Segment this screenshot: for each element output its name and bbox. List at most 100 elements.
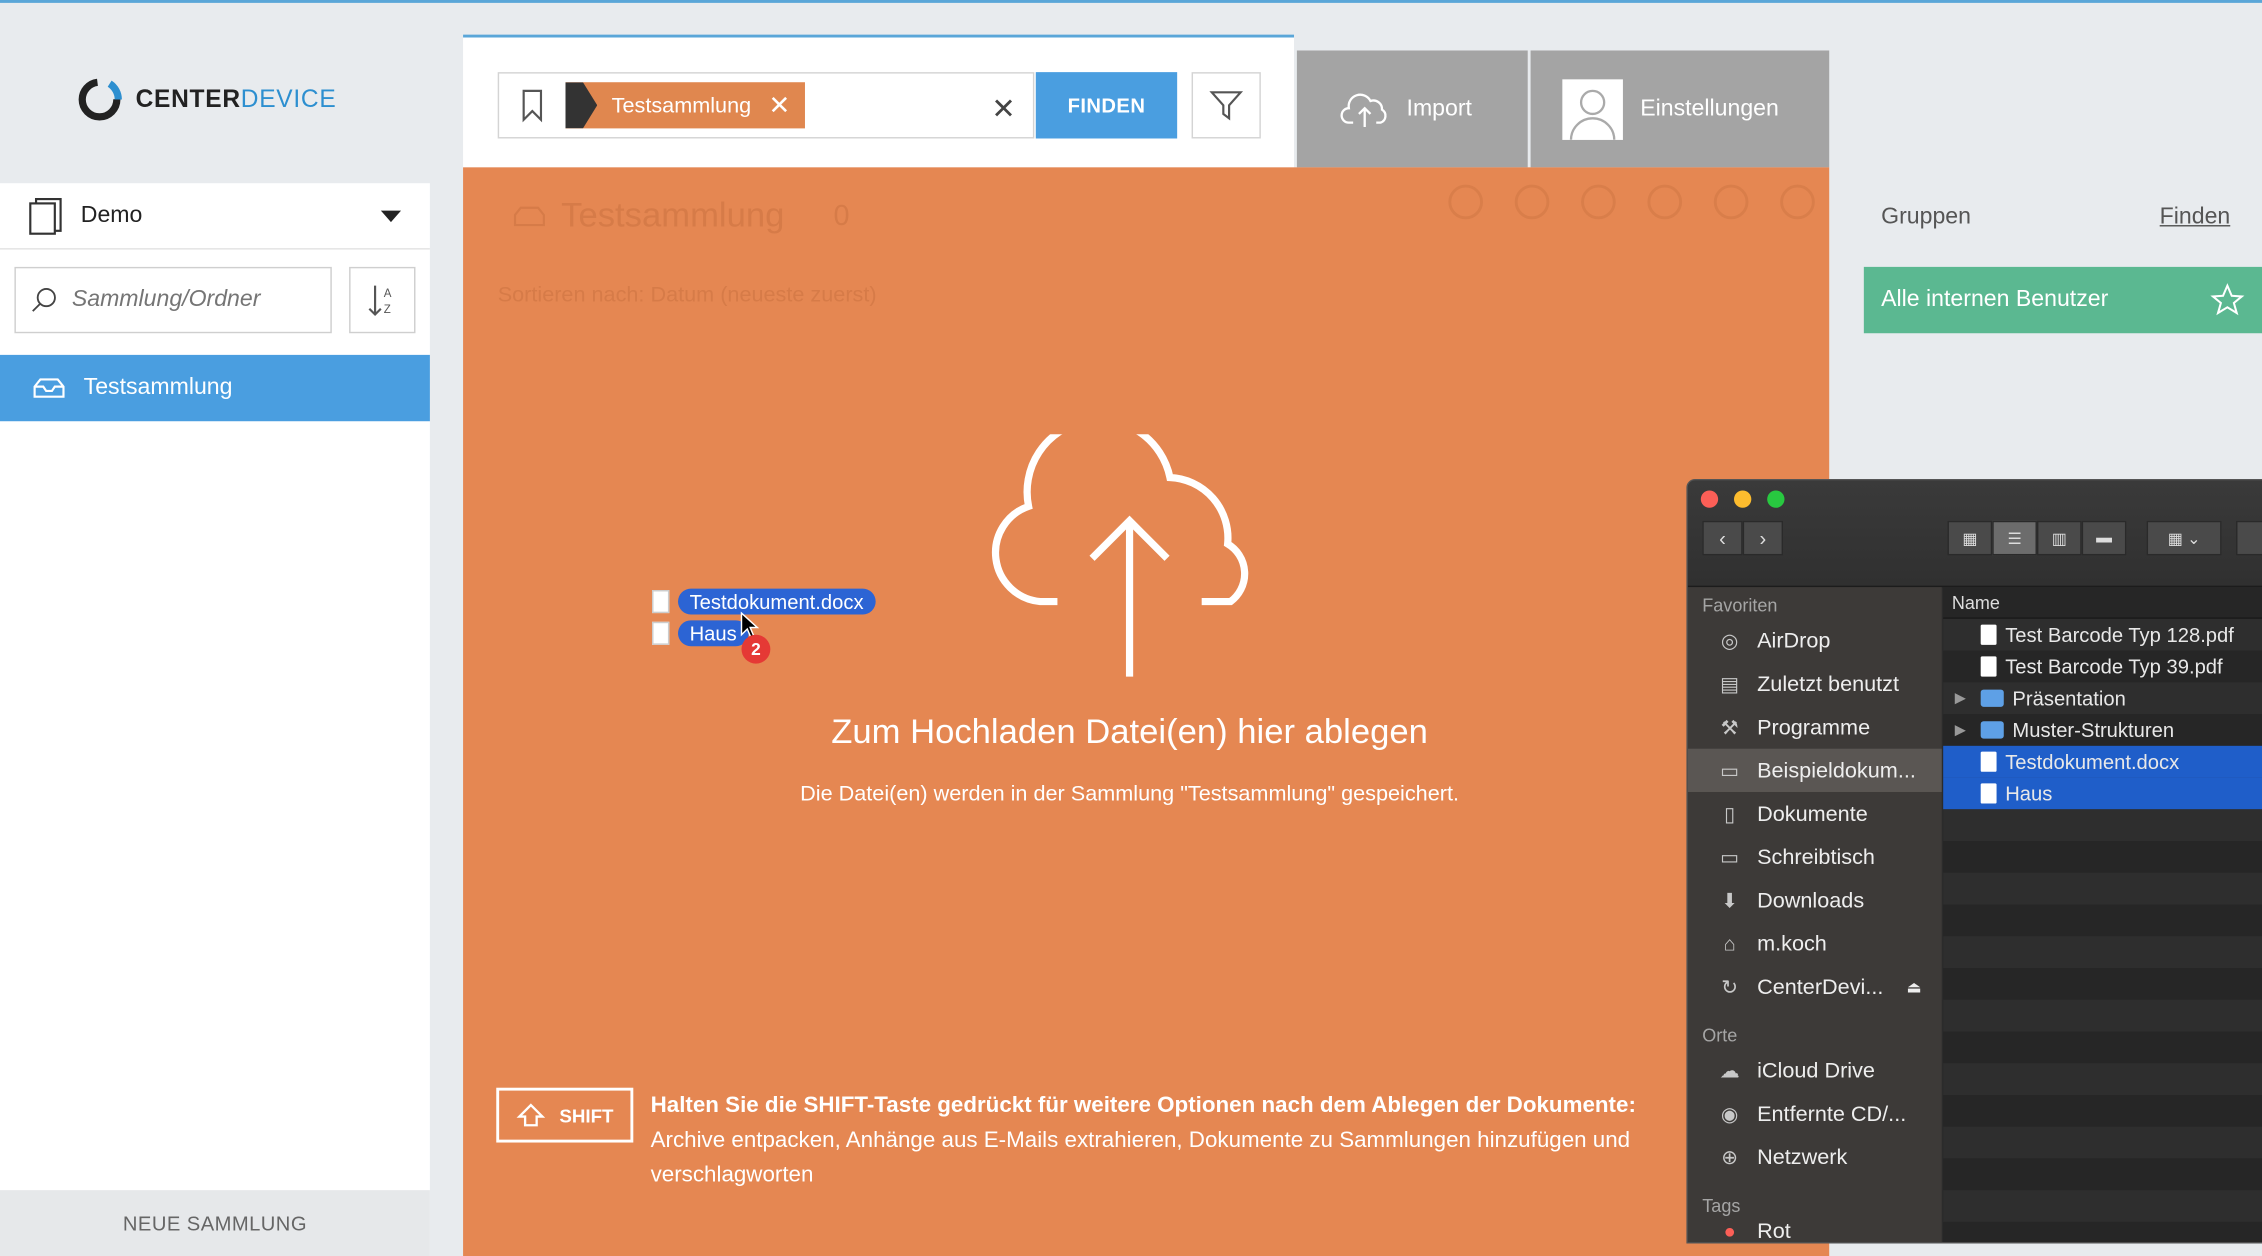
sidebar-item-recents[interactable]: ▤ Zuletzt benutzt xyxy=(1688,662,1942,705)
search-icon xyxy=(32,288,56,312)
list-item[interactable]: Test Barcode Typ 128.pdf xyxy=(1943,618,2262,651)
zoom-window-button[interactable] xyxy=(1767,490,1785,508)
gear-icon[interactable] xyxy=(2236,520,2262,556)
workspace-select[interactable]: Demo xyxy=(0,183,430,250)
column-view-button[interactable]: ▥ xyxy=(2036,520,2082,556)
groups-find-link[interactable]: Finden xyxy=(2160,205,2231,231)
tag-arrow-icon xyxy=(565,82,598,129)
pdf-file-icon xyxy=(1980,624,1997,645)
icon-view-button[interactable]: ▦ xyxy=(1947,520,1993,556)
filter-button[interactable] xyxy=(1191,72,1261,139)
column-header-name[interactable]: Name xyxy=(1943,587,2262,619)
drag-count-badge: 2 xyxy=(741,634,771,664)
close-window-button[interactable] xyxy=(1700,490,1719,508)
settings-label: Einstellungen xyxy=(1640,95,1779,121)
logo-text: CENTERDEVICE xyxy=(135,85,337,113)
ghost-toolbar xyxy=(1448,184,1815,220)
search-header: Testsammlung ✕ ✕ FINDEN xyxy=(463,34,1295,168)
sidebar-item-network[interactable]: ⊕ Netzwerk xyxy=(1688,1135,1942,1178)
document-icon xyxy=(652,590,670,614)
sidebar-item-home[interactable]: ⌂ m.koch xyxy=(1688,922,1942,965)
cloud-upload-icon xyxy=(1340,92,1387,127)
cloud-upload-icon xyxy=(991,434,1249,677)
back-button[interactable]: ‹ xyxy=(1702,520,1743,556)
filter-icon xyxy=(1209,91,1244,121)
sort-button[interactable]: AZ xyxy=(349,266,416,334)
sidebar-item-downloads[interactable]: ⬇ Downloads xyxy=(1688,879,1942,922)
sidebar-item-tag-red[interactable]: ● Rot xyxy=(1688,1219,1942,1239)
applications-icon: ⚒ xyxy=(1720,714,1739,738)
ghost-collection-title: Testsammlung 0 xyxy=(512,196,849,236)
sidebar-item-documents[interactable]: ▯ Dokumente xyxy=(1688,792,1942,835)
dragged-file: Testdokument.docx xyxy=(652,588,876,615)
sidebar-item-applications[interactable]: ⚒ Programme xyxy=(1688,705,1942,748)
folder-icon xyxy=(1980,721,2004,739)
dragged-file: Haus xyxy=(652,620,749,647)
logo-icon xyxy=(78,78,122,121)
upload-dropzone[interactable]: Testsammlung 0 Sortieren nach: Datum (ne… xyxy=(463,167,1830,1256)
sidebar-item-testsammlung[interactable]: Testsammlung xyxy=(0,354,430,422)
collection-search-input[interactable] xyxy=(71,287,316,314)
collection-search[interactable] xyxy=(14,266,332,334)
star-icon[interactable] xyxy=(2210,283,2245,318)
list-view-button[interactable]: ☰ xyxy=(1992,520,2037,556)
red-tag-icon: ● xyxy=(1723,1218,1736,1240)
sidebar-item-centerdevice[interactable]: ↻ CenterDevi... ⏏ xyxy=(1688,965,1942,1008)
finder-file-list: Name Test Barcode Typ 128.pdf Test Barco… xyxy=(1943,587,2262,1243)
list-item[interactable]: Haus xyxy=(1943,777,2262,810)
eject-icon[interactable]: ⏏ xyxy=(1907,977,1922,996)
search-query-box[interactable]: Testsammlung ✕ ✕ xyxy=(497,72,1035,139)
search-tag[interactable]: Testsammlung ✕ xyxy=(565,82,805,129)
pdf-file-icon xyxy=(1980,656,1997,677)
centerdevice-logo[interactable]: CENTERDEVICE xyxy=(75,75,336,124)
folder-icon: ▭ xyxy=(1720,758,1740,782)
search-tag-label: Testsammlung xyxy=(611,93,752,118)
list-item[interactable]: Testdokument.docx xyxy=(1943,745,2262,778)
document-icon xyxy=(1980,751,1997,772)
sidebar-item-beispieldokumente[interactable]: ▭ Beispieldokum... xyxy=(1687,748,1942,792)
bookmark-icon[interactable] xyxy=(499,74,565,137)
clear-search-icon[interactable]: ✕ xyxy=(991,91,1015,127)
inbox-icon xyxy=(513,206,545,227)
group-item[interactable]: Alle internen Benutzer xyxy=(1863,266,2262,334)
user-icon xyxy=(1569,89,1616,140)
gallery-view-button[interactable]: ▬ xyxy=(2081,520,2127,556)
sidebar-item-remote-disc[interactable]: ◉ Entfernte CD/... xyxy=(1688,1092,1942,1135)
favorites-header: Favoriten xyxy=(1702,595,1778,616)
ghost-sort: Sortieren nach: Datum (neueste zuerst) xyxy=(497,282,877,308)
arrange-button[interactable]: ▦ ⌄ xyxy=(2146,520,2222,556)
minimize-window-button[interactable] xyxy=(1734,490,1752,508)
forward-button[interactable]: › xyxy=(1742,520,1784,556)
list-item[interactable]: ▶ Muster-Strukturen xyxy=(1943,714,2262,746)
sidebar-item-airdrop[interactable]: ◎ AirDrop xyxy=(1688,619,1942,662)
finder-sidebar: Favoriten ◎ AirDrop ▤ Zuletzt benutzt ⚒ Pro… xyxy=(1687,587,1942,1243)
document-icon xyxy=(1980,783,1997,804)
find-button[interactable]: FINDEN xyxy=(1035,72,1178,139)
list-item[interactable]: ▶ Präsentation xyxy=(1943,682,2262,715)
remove-tag-icon[interactable]: ✕ xyxy=(768,90,790,120)
desktop-icon: ▭ xyxy=(1720,844,1740,868)
recents-icon: ▤ xyxy=(1720,671,1740,695)
sidebar-item-desktop[interactable]: ▭ Schreibtisch xyxy=(1688,835,1942,878)
svg-text:A: A xyxy=(384,288,392,300)
groups-header: Gruppen Finden xyxy=(1881,205,2230,231)
sidebar-item-icloud[interactable]: ☁ iCloud Drive xyxy=(1688,1049,1942,1092)
group-label: Alle internen Benutzer xyxy=(1881,287,2109,312)
new-collection-button[interactable]: NEUE SAMMLUNG xyxy=(0,1190,430,1256)
chevron-down-icon xyxy=(380,209,402,222)
folder-icon xyxy=(1980,689,2004,707)
shift-hint: Halten Sie die SHIFT-Taste gedrückt für … xyxy=(650,1093,1636,1188)
dropzone-title: Zum Hochladen Datei(en) hier ablegen xyxy=(831,712,1428,752)
cloud-icon: ☁ xyxy=(1719,1058,1740,1082)
download-icon: ⬇ xyxy=(1721,887,1739,912)
import-button[interactable]: Import xyxy=(1296,50,1528,168)
finder-window: ‹ › ▦ ☰ ▥ ▬ ▦ ⌄ Favoriten ◎ AirDrop ▤ Zule… xyxy=(1686,478,2262,1244)
svg-text:Z: Z xyxy=(384,304,391,316)
inbox-icon xyxy=(33,378,65,398)
network-icon: ⊕ xyxy=(1721,1144,1739,1168)
documents-icon xyxy=(29,197,62,235)
places-header: Orte xyxy=(1702,1025,1738,1046)
disclosure-triangle-icon: ▶ xyxy=(1954,722,1966,738)
settings-button[interactable]: Einstellungen xyxy=(1530,50,1830,168)
list-item[interactable]: Test Barcode Typ 39.pdf xyxy=(1943,651,2262,683)
